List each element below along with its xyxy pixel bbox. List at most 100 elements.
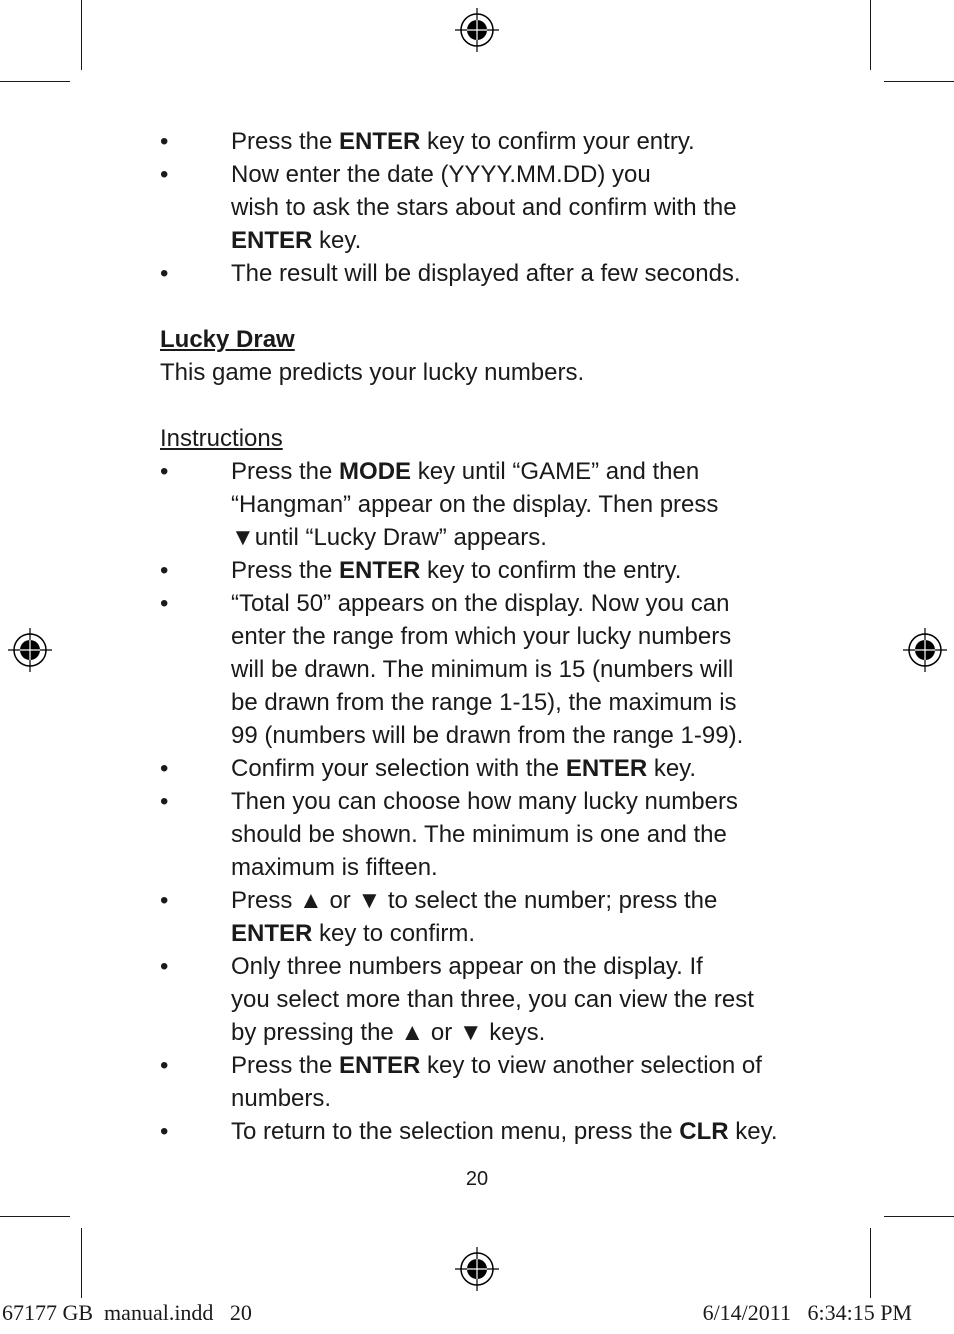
list-item-text: The result will be displayed after a few… [231,257,741,290]
text-run: To return to the selection menu, press t… [231,1118,680,1145]
list-item: • Press ▲ or ▼ to select the number; pres… [160,884,820,917]
bullet-icon: • [160,260,169,287]
list-item-continuation: ENTER key to confirm. [160,917,820,950]
list-item: • “Total 50” appears on the display. Now … [160,587,820,620]
text-run: Then you can choose how many lucky numbe… [231,788,738,815]
key-name: ENTER [565,755,648,782]
text-run: Press the [231,1052,340,1079]
text-run: key to confirm. [312,920,476,947]
list-item-text: Only three numbers appear on the display… [231,950,703,983]
registration-mark-icon [903,628,947,672]
text-run: “Total 50” appears on the display. Now y… [231,590,730,617]
text-run: key to view another selection of [420,1052,762,1079]
crop-mark [870,0,871,70]
text-run: Only three numbers appear on the display… [231,953,703,980]
bullet-icon: • [160,755,169,782]
text-run: numbers. [231,1085,332,1112]
bullet-icon: • [160,128,169,155]
section-heading: Instructions [160,422,820,455]
list-item-text: numbers. [231,1082,331,1115]
slug-right: 6/14/2011 6:34:15 PM [702,1300,912,1325]
list-item-text: Press the ENTER key to view another sele… [231,1049,762,1082]
crop-mark [884,81,954,82]
list-item-continuation: by pressing the ▲ or ▼ keys. [160,1016,820,1049]
list-item-text: Confirm your selection with the ENTER ke… [231,752,696,785]
heading-text: Lucky Draw [160,326,295,353]
list-item-text: by pressing the ▲ or ▼ keys. [231,1016,545,1049]
text-run: be drawn from the range 1-15), the maxim… [231,689,737,716]
key-name: MODE [339,458,412,485]
key-name: ENTER [339,128,421,155]
list-item-continuation: be drawn from the range 1-15), the maxim… [160,686,820,719]
list-item-continuation: will be drawn. The minimum is 15 (number… [160,653,820,686]
text-run: The result will be displayed after a few… [231,260,741,287]
text-run: Press ▲ or ▼ to select the number; press… [231,887,718,914]
list-item-text: you select more than three, you can view… [231,983,754,1016]
text-run: Press the [231,458,340,485]
list-item-continuation: should be shown. The minimum is one and … [160,818,820,851]
list-item: • Press the MODE key until “GAME” and the… [160,455,820,488]
list-item-text: Now enter the date (YYYY.MM.DD) you [231,158,651,191]
page-number: 20 [465,1168,489,1190]
crop-mark [0,81,70,82]
list-item-continuation: numbers. [160,1082,820,1115]
list-item-continuation: ENTER key. [160,224,820,257]
crop-mark [81,1228,82,1298]
text-run: you select more than three, you can view… [231,986,754,1013]
list-item-text: Press ▲ or ▼ to select the number; press… [231,884,717,917]
text-run: will be drawn. The minimum is 15 (number… [231,656,734,683]
key-name: CLR [679,1118,729,1145]
bullet-icon: • [160,458,169,485]
text-run: enter the range from which your lucky nu… [231,623,732,650]
list-item: • Then you can choose how many lucky numb… [160,785,820,818]
text-run: should be shown. The minimum is one and … [231,821,727,848]
bullet-icon: • [160,953,169,980]
list-item-continuation: 99 (numbers will be drawn from the range… [160,719,820,752]
text-run: key until “GAME” and then [411,458,700,485]
list-item-text: ▼until “Lucky Draw” appears. [231,521,547,554]
text-run: key to confirm your entry. [420,128,695,155]
list-item: • The result will be displayed after a fe… [160,257,820,290]
section-heading: Lucky Draw [160,323,820,356]
list-item-continuation: enter the range from which your lucky nu… [160,620,820,653]
registration-mark-icon [8,628,52,672]
list-item-text: ENTER key. [231,224,361,257]
list-item-text: ENTER key to confirm. [231,917,475,950]
registration-mark-icon [455,1247,499,1291]
bullet-icon: • [160,1052,169,1079]
text-run: Press the [231,128,340,155]
list-item-text: “Total 50” appears on the display. Now y… [231,587,730,620]
text-run: wish to ask the stars about and confirm … [231,194,737,221]
list-item-text: Press the ENTER key to confirm your entr… [231,125,695,158]
crop-mark [884,1216,954,1217]
list-item: • Now enter the date (YYYY.MM.DD) you [160,158,820,191]
list-item: • Only three numbers appear on the displa… [160,950,820,983]
crop-mark [81,0,82,70]
bullet-icon: • [160,1118,169,1145]
bullet-icon: • [160,887,169,914]
text-run: Press the [231,557,340,584]
bullet-icon: • [160,557,169,584]
list-item-continuation: you select more than three, you can view… [160,983,820,1016]
bullet-icon: • [160,590,169,617]
heading-text: Instructions [160,425,283,452]
slug-left: 67177 GB manual.indd 20 [2,1300,252,1325]
list-item-text: To return to the selection menu, press t… [231,1115,777,1148]
text-run: “Hangman” appear on the display. Then pr… [231,491,719,518]
list-item-text: will be drawn. The minimum is 15 (number… [231,653,733,686]
text-run: Now enter the date (YYYY.MM.DD) you [231,161,651,188]
text-run: key. [647,755,697,782]
list-item-text: “Hangman” appear on the display. Then pr… [231,488,718,521]
text-run: maximum is fifteen. [231,854,438,881]
list-item: • To return to the selection menu, press … [160,1115,820,1148]
list-item-text: maximum is fifteen. [231,851,438,884]
key-name: ENTER [231,227,313,254]
list-item-continuation: wish to ask the stars about and confirm … [160,191,820,224]
text-run: Confirm your selection with the [231,755,566,782]
manual-body: • Press the ENTER key to confirm your ent… [160,125,820,1148]
key-name: ENTER [339,1052,421,1079]
list-item-text: enter the range from which your lucky nu… [231,620,731,653]
list-item: • Press the ENTER key to confirm your ent… [160,125,820,158]
